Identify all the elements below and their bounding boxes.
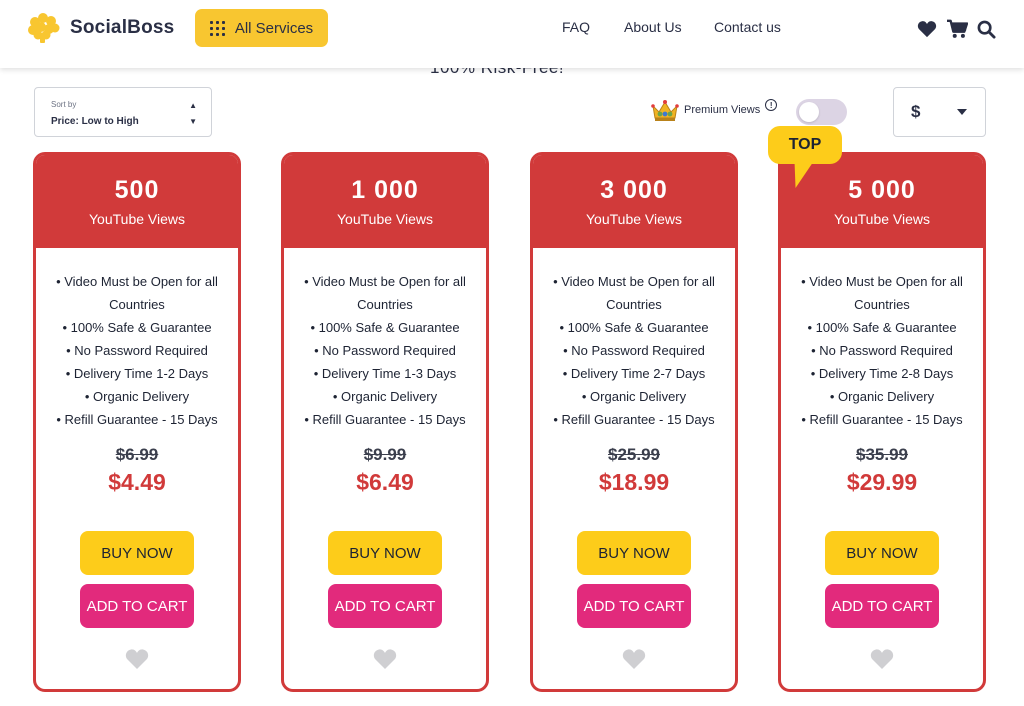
feature-item: • No Password Required — [563, 343, 705, 358]
sort-value: Price: Low to High — [51, 116, 139, 127]
feature-item: • Organic Delivery — [829, 389, 935, 404]
nav-about-us[interactable]: About Us — [624, 19, 682, 35]
grid-icon — [209, 20, 225, 36]
card-unit: YouTube Views — [586, 211, 682, 227]
heart-icon[interactable] — [869, 648, 895, 670]
sort-select[interactable]: Sort by Price: Low to High ▲ ▼ — [34, 87, 212, 137]
sort-label: Sort by — [51, 100, 77, 109]
site-header: SocialBoss All Services FAQ About Us Con… — [0, 0, 1024, 68]
feature-list: • Video Must be Open for all Countries •… — [36, 270, 238, 431]
card-header: 500 YouTube Views — [36, 155, 238, 248]
feature-item: • Video Must be Open for all Countries — [304, 274, 466, 312]
header-icons — [917, 19, 996, 39]
heart-icon[interactable] — [917, 20, 937, 38]
buy-now-button[interactable]: BUY NOW — [80, 531, 194, 575]
feature-list: • Video Must be Open for all Countries •… — [284, 270, 486, 431]
add-to-cart-button[interactable]: ADD TO CART — [825, 584, 939, 628]
toggle-knob — [799, 102, 819, 122]
premium-views-label: Premium Views — [684, 104, 761, 116]
pricing-card: 5 000 YouTube Views • Video Must be Open… — [778, 152, 986, 692]
info-icon[interactable]: ! — [765, 99, 778, 111]
feature-list: • Video Must be Open for all Countries •… — [533, 270, 735, 431]
card-unit: YouTube Views — [337, 211, 433, 227]
feature-item: • Video Must be Open for all Countries — [801, 274, 963, 312]
feature-item: • Delivery Time 1-3 Days — [313, 366, 457, 381]
feature-list: • Video Must be Open for all Countries •… — [781, 270, 983, 431]
nav-contact-us[interactable]: Contact us — [714, 19, 781, 35]
current-price: $4.49 — [108, 469, 166, 495]
brain-logo-icon — [28, 13, 60, 43]
feature-item: • 100% Safe & Guarantee — [62, 320, 212, 335]
currency-value: $ — [911, 102, 921, 121]
heart-icon[interactable] — [372, 648, 398, 670]
sort-arrows-icon: ▲ ▼ — [189, 101, 197, 126]
brand-logo[interactable]: SocialBoss — [26, 12, 174, 44]
card-unit: YouTube Views — [89, 211, 185, 227]
card-header: 1 000 YouTube Views — [284, 155, 486, 248]
top-badge: TOP — [768, 126, 842, 164]
feature-item: • Delivery Time 2-8 Days — [810, 366, 954, 381]
feature-item: • No Password Required — [66, 343, 208, 358]
feature-item: • Organic Delivery — [581, 389, 687, 404]
heart-icon[interactable] — [124, 648, 150, 670]
old-price: $35.99 — [856, 445, 908, 464]
feature-item: • Organic Delivery — [84, 389, 190, 404]
current-price: $29.99 — [846, 469, 918, 495]
brand-name: SocialBoss — [70, 17, 175, 38]
current-price: $18.99 — [598, 469, 670, 495]
feature-item: • Refill Guarantee - 15 Days — [56, 412, 218, 427]
feature-item: • 100% Safe & Guarantee — [559, 320, 709, 335]
buy-now-button[interactable]: BUY NOW — [577, 531, 691, 575]
pricing-card: 3 000 YouTube Views • Video Must be Open… — [530, 152, 738, 692]
add-to-cart-button[interactable]: ADD TO CART — [80, 584, 194, 628]
feature-item: • 100% Safe & Guarantee — [310, 320, 460, 335]
add-to-cart-button[interactable]: ADD TO CART — [577, 584, 691, 628]
nav-faq[interactable]: FAQ — [562, 19, 590, 35]
premium-views-toggle[interactable] — [796, 99, 847, 125]
all-services-button[interactable]: All Services — [195, 9, 328, 47]
card-quantity: 3 000 — [600, 176, 668, 204]
old-price: $6.99 — [115, 445, 159, 464]
current-price: $6.49 — [356, 469, 414, 495]
feature-item: • 100% Safe & Guarantee — [807, 320, 957, 335]
search-icon[interactable] — [977, 20, 996, 39]
feature-item: • Refill Guarantee - 15 Days — [553, 412, 715, 427]
crown-icon — [651, 100, 679, 121]
buy-now-button[interactable]: BUY NOW — [328, 531, 442, 575]
old-price: $25.99 — [608, 445, 660, 464]
card-unit: YouTube Views — [834, 211, 930, 227]
all-services-label: All Services — [234, 19, 314, 37]
old-price: $9.99 — [363, 445, 407, 464]
feature-item: • No Password Required — [811, 343, 953, 358]
buy-now-button[interactable]: BUY NOW — [825, 531, 939, 575]
feature-item: • Refill Guarantee - 15 Days — [801, 412, 963, 427]
add-to-cart-button[interactable]: ADD TO CART — [328, 584, 442, 628]
pricing-card: 500 YouTube Views • Video Must be Open f… — [33, 152, 241, 692]
feature-item: • Video Must be Open for all Countries — [553, 274, 715, 312]
cart-icon[interactable] — [946, 19, 968, 39]
card-quantity: 500 — [114, 176, 160, 204]
feature-item: • Video Must be Open for all Countries — [56, 274, 218, 312]
card-header: 3 000 YouTube Views — [533, 155, 735, 248]
card-quantity: 1 000 — [351, 176, 419, 204]
heart-icon[interactable] — [621, 648, 647, 670]
feature-item: • Organic Delivery — [332, 389, 438, 404]
feature-item: • Refill Guarantee - 15 Days — [304, 412, 466, 427]
feature-item: • No Password Required — [314, 343, 456, 358]
feature-item: • Delivery Time 2-7 Days — [562, 366, 706, 381]
premium-views-option: Premium Views ! — [651, 98, 778, 122]
chevron-down-icon — [957, 109, 967, 115]
pricing-card: 1 000 YouTube Views • Video Must be Open… — [281, 152, 489, 692]
currency-select[interactable]: $ — [893, 87, 986, 137]
feature-item: • Delivery Time 1-2 Days — [65, 366, 209, 381]
